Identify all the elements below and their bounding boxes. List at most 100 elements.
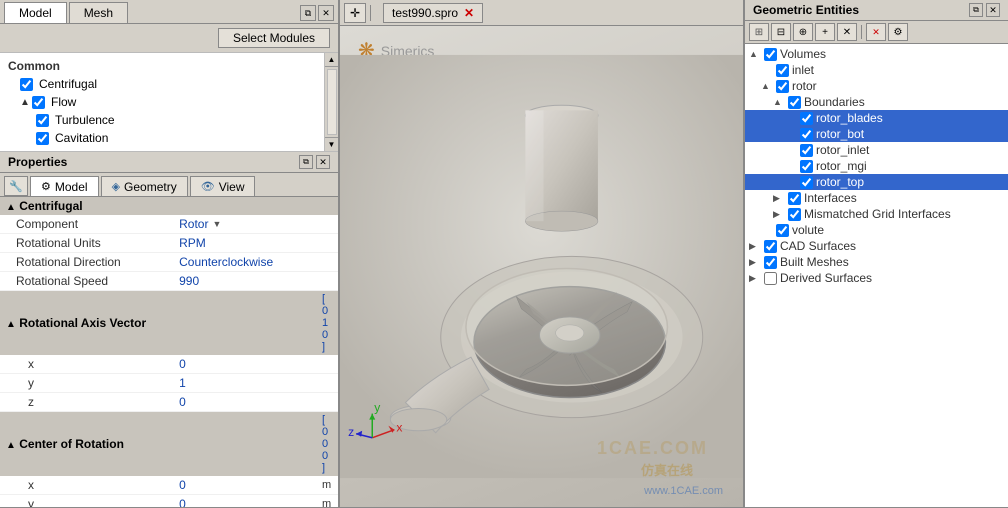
tree-checkbox-boundaries[interactable] <box>788 96 801 109</box>
geo-tool-4[interactable]: + <box>815 23 835 41</box>
units-value[interactable]: RPM <box>173 234 318 253</box>
module-flow[interactable]: ▲ Flow <box>0 93 324 111</box>
section-centrifugal-label: Centrifugal <box>19 199 82 213</box>
tree-item-interfaces[interactable]: ▶Interfaces <box>745 190 1008 206</box>
scrollbar-down[interactable]: ▼ <box>325 137 339 151</box>
unit-cy: m <box>318 495 338 508</box>
tree-checkbox-rotor_top[interactable] <box>800 176 813 189</box>
tree-checkbox-mgi[interactable] <box>788 208 801 221</box>
tab-view-label: View <box>219 180 245 194</box>
center-x-value[interactable]: 0 <box>173 476 318 495</box>
properties-float-icon[interactable]: ⧉ <box>299 155 313 169</box>
geo-tool-7[interactable]: ⚙ <box>888 23 908 41</box>
tree-item-rotor_inlet[interactable]: rotor_inlet <box>745 142 1008 158</box>
geo-tool-5[interactable]: ✕ <box>837 23 857 41</box>
center-vec-value: [ 0 0 0 ] <box>318 412 338 477</box>
tree-item-volute[interactable]: volute <box>745 222 1008 238</box>
row-component: Component Rotor ▼ <box>0 215 338 234</box>
module-centrifugal[interactable]: Centrifugal <box>0 75 324 93</box>
tree-item-boundaries[interactable]: ▲Boundaries <box>745 94 1008 110</box>
tree-checkbox-interfaces[interactable] <box>788 192 801 205</box>
file-close-icon[interactable]: ✕ <box>464 6 474 20</box>
tree-label-rotor_mgi: rotor_mgi <box>816 159 867 173</box>
tree-checkbox-rotor_bot[interactable] <box>800 128 813 141</box>
tree-item-cad_surfaces[interactable]: ▶ CAD Surfaces <box>745 238 1008 254</box>
tab-props-geometry[interactable]: ◈ Geometry <box>101 176 188 196</box>
axis-z-value[interactable]: 0 <box>173 393 318 412</box>
tab-mesh[interactable]: Mesh <box>69 2 128 23</box>
tree-label-rotor_blades: rotor_blades <box>816 111 883 125</box>
tree-item-rotor_blades[interactable]: rotor_blades <box>745 110 1008 126</box>
close-panel-icon[interactable]: ✕ <box>318 5 334 21</box>
select-modules-button[interactable]: Select Modules <box>218 28 330 48</box>
tree-item-rotor_bot[interactable]: rotor_bot <box>745 126 1008 142</box>
tree-item-inlet[interactable]: inlet <box>745 62 1008 78</box>
section-common: Common <box>0 57 324 75</box>
tree-item-volumes[interactable]: ▲ Volumes <box>745 46 1008 62</box>
section-center-row[interactable]: ▲ Center of Rotation [ 0 0 0 ] <box>0 412 338 477</box>
scrollbar-up[interactable]: ▲ <box>325 53 339 67</box>
component-value[interactable]: Rotor ▼ <box>173 215 318 234</box>
tree-expand-mgi[interactable]: ▶ <box>773 209 785 220</box>
svg-text:x: x <box>396 421 402 435</box>
tree-checkbox-rotor_mgi[interactable] <box>800 160 813 173</box>
tree-checkbox-volumes[interactable] <box>764 48 777 61</box>
tree-item-rotor[interactable]: ▲ rotor <box>745 78 1008 94</box>
tree-label-rotor_bot: rotor_bot <box>816 127 864 141</box>
axis-z-label: z <box>0 393 173 412</box>
tree-checkbox-rotor_inlet[interactable] <box>800 144 813 157</box>
geo-tool-2[interactable]: ⊟ <box>771 23 791 41</box>
tree-checkbox-rotor_blades[interactable] <box>800 112 813 125</box>
tree-expand-cad_surfaces[interactable]: ▶ <box>749 241 761 252</box>
props-icon-btn[interactable]: 🔧 <box>4 176 28 196</box>
axis-x-value[interactable]: 0 <box>173 355 318 374</box>
direction-value[interactable]: Counterclockwise <box>173 253 318 272</box>
tree-expand-rotor[interactable]: ▲ <box>761 81 773 91</box>
tree-item-mgi[interactable]: ▶ Mismatched Grid Interfaces <box>745 206 1008 222</box>
tab-geometry-label: Geometry <box>124 180 177 194</box>
move-icon[interactable]: ✛ <box>344 3 366 23</box>
module-cavitation[interactable]: Cavitation <box>0 129 324 147</box>
tree-item-rotor_top[interactable]: rotor_top <box>745 174 1008 190</box>
tab-model[interactable]: Model <box>4 2 67 23</box>
svg-text:z: z <box>348 425 354 439</box>
axis-y-value[interactable]: 1 <box>173 374 318 393</box>
tree-expand-built_meshes[interactable]: ▶ <box>749 257 761 268</box>
speed-value[interactable]: 990 <box>173 272 318 291</box>
module-turbulence[interactable]: Turbulence <box>0 111 324 129</box>
tree-expand-boundaries[interactable]: ▲ <box>773 97 785 107</box>
center-y-value[interactable]: 0 <box>173 495 318 508</box>
geo-tool-3[interactable]: ⊕ <box>793 23 813 41</box>
geo-float-icon[interactable]: ⧉ <box>969 3 983 17</box>
turbulence-label: Turbulence <box>55 113 115 127</box>
tree-checkbox-derived_surfaces[interactable] <box>764 272 777 285</box>
geo-tool-1[interactable]: ⊞ <box>749 23 769 41</box>
row-direction: Rotational Direction Counterclockwise <box>0 253 338 272</box>
float-icon[interactable]: ⧉ <box>300 5 316 21</box>
tree-checkbox-built_meshes[interactable] <box>764 256 777 269</box>
geo-close-icon[interactable]: ✕ <box>986 3 1000 17</box>
tree-checkbox-inlet[interactable] <box>776 64 789 77</box>
tree-item-built_meshes[interactable]: ▶Built Meshes <box>745 254 1008 270</box>
section-centrifugal-row[interactable]: ▲ Centrifugal <box>0 197 338 215</box>
axis-vec-value: [ 0 1 0 ] <box>318 291 338 356</box>
tree-checkbox-cad_surfaces[interactable] <box>764 240 777 253</box>
tree-checkbox-volute[interactable] <box>776 224 789 237</box>
tab-props-model[interactable]: ⚙ Model <box>30 176 99 196</box>
tree-label-rotor_top: rotor_top <box>816 175 864 189</box>
tree-expand-derived_surfaces[interactable]: ▶ <box>749 273 761 284</box>
units-label: Rotational Units <box>0 234 173 253</box>
tree-item-rotor_mgi[interactable]: rotor_mgi <box>745 158 1008 174</box>
geo-tool-6[interactable]: ✕ <box>866 23 886 41</box>
tree-label-volumes: Volumes <box>780 47 826 61</box>
tree-label-mgi: Mismatched Grid Interfaces <box>804 207 951 221</box>
tree-label-cad_surfaces: CAD Surfaces <box>780 239 856 253</box>
tree-checkbox-rotor[interactable] <box>776 80 789 93</box>
tree-expand-interfaces[interactable]: ▶ <box>773 193 785 204</box>
tree-label-rotor: rotor <box>792 79 817 93</box>
tree-item-derived_surfaces[interactable]: ▶Derived Surfaces <box>745 270 1008 286</box>
properties-close-icon[interactable]: ✕ <box>316 155 330 169</box>
tab-props-view[interactable]: 👁 View <box>190 176 256 196</box>
tree-expand-volumes[interactable]: ▲ <box>749 49 761 59</box>
section-axis-row[interactable]: ▲ Rotational Axis Vector [ 0 1 0 ] <box>0 291 338 356</box>
